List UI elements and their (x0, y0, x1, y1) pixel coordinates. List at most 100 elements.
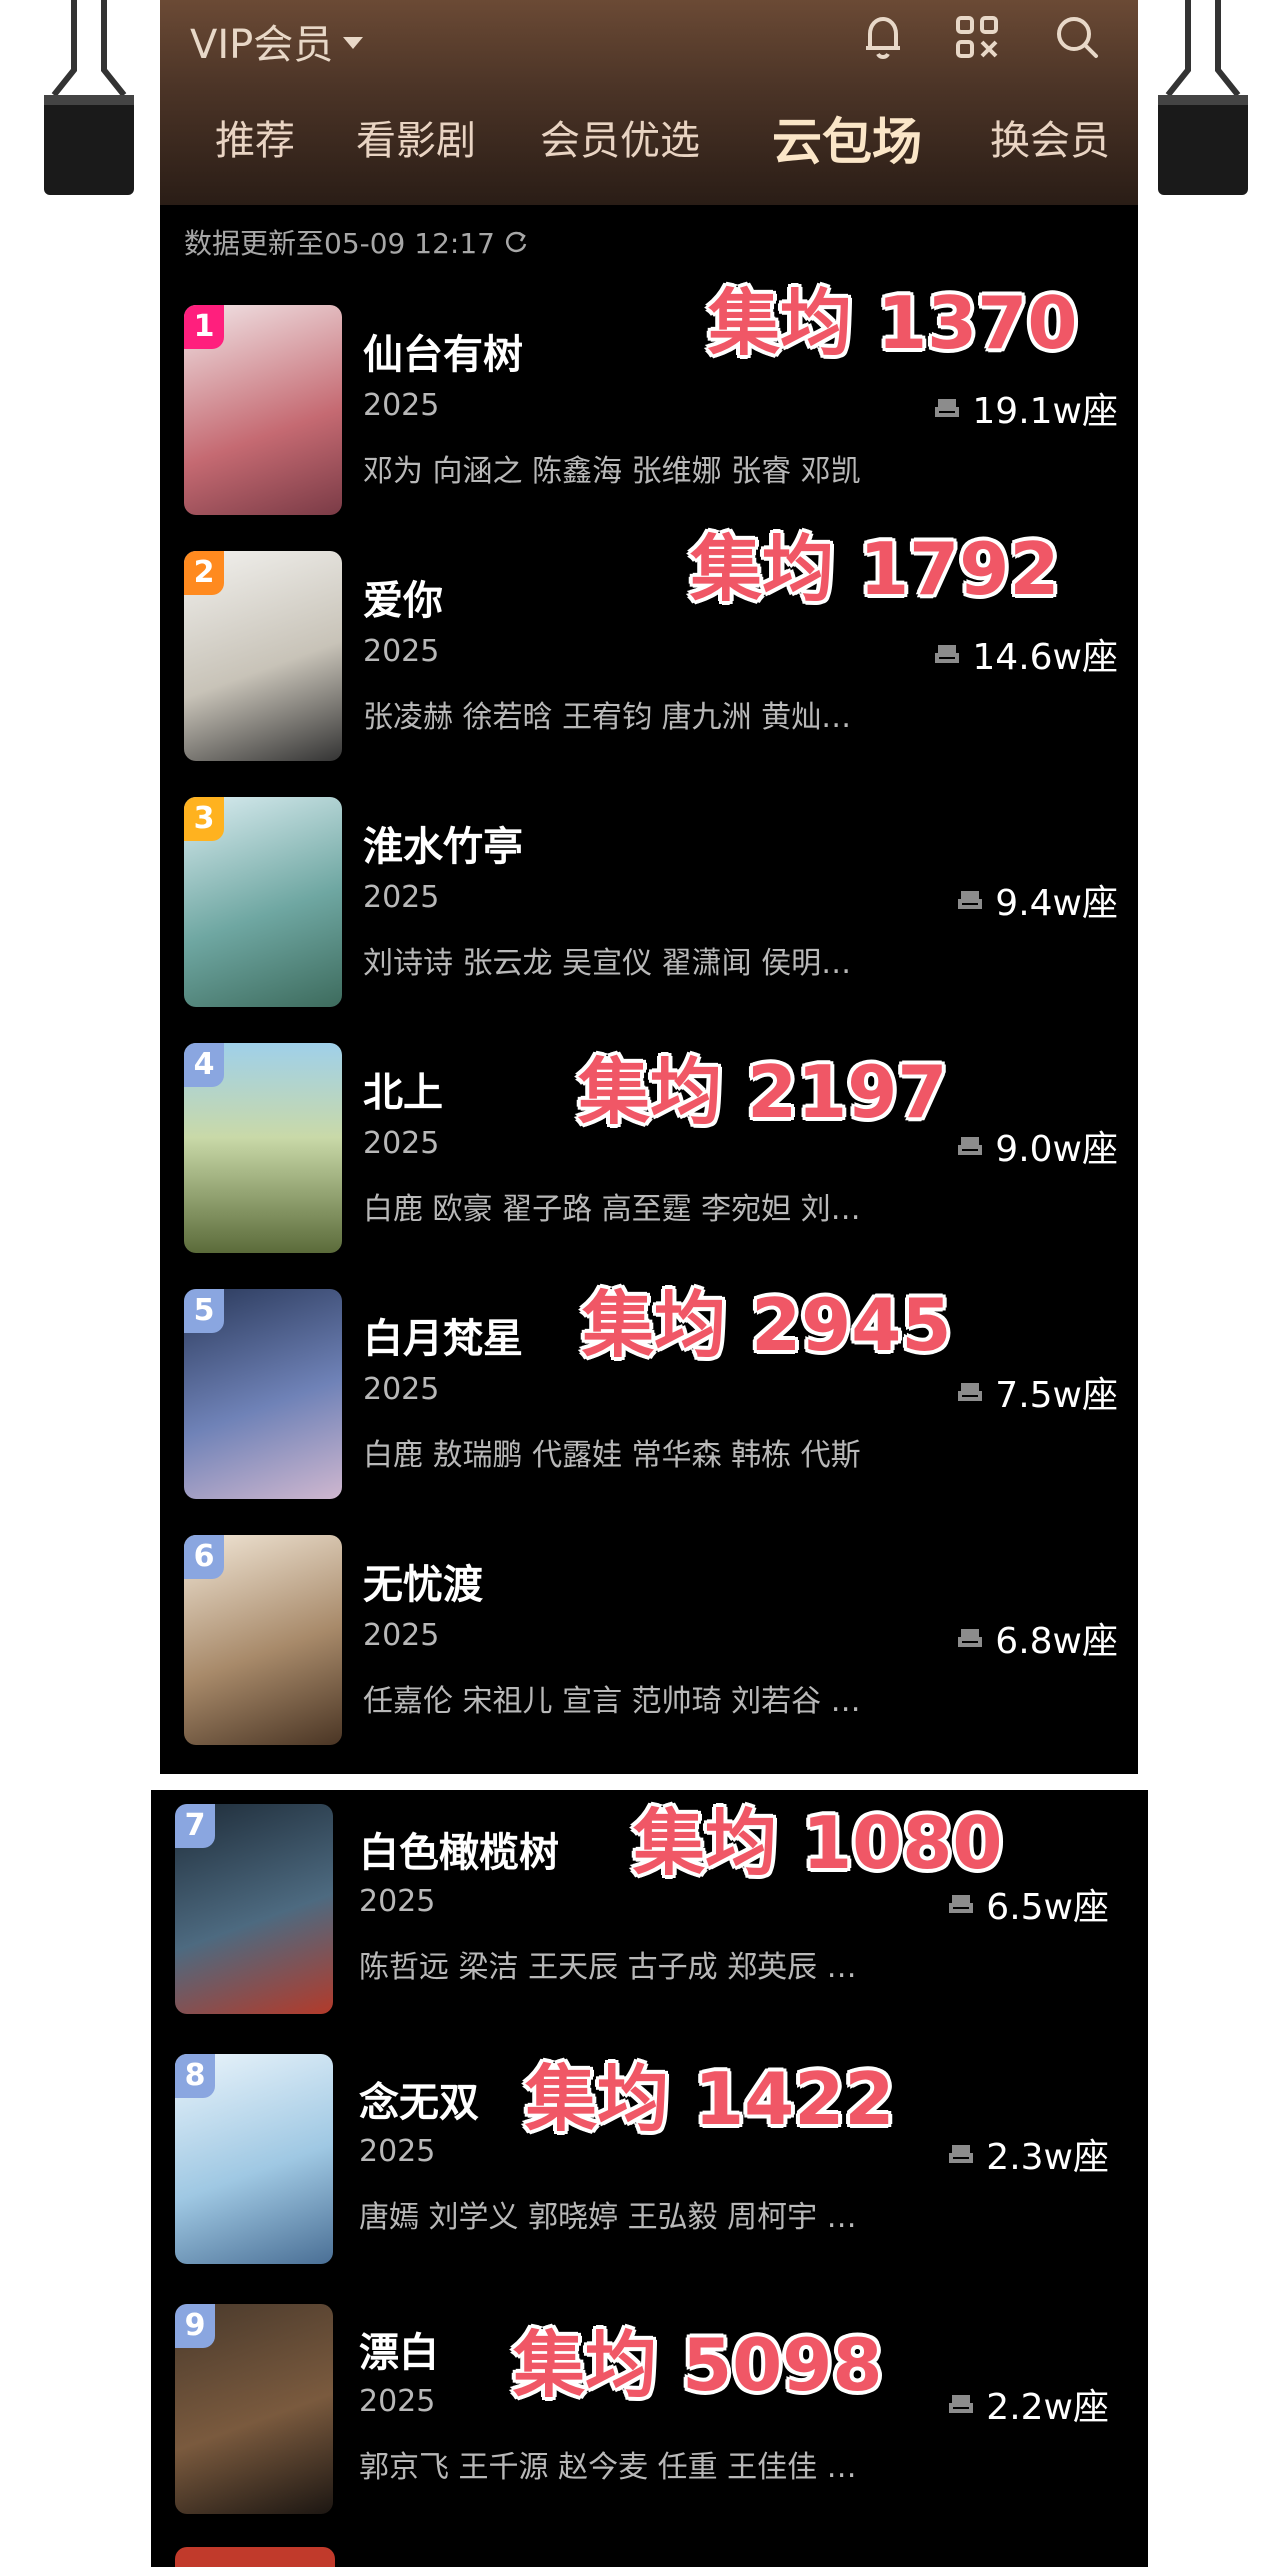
show-cast: 郭京飞 王千源 赵今麦 任重 王佳佳 … (359, 2450, 857, 2485)
show-cast: 张凌赫 徐若晗 王宥钧 唐九洲 黄灿… (363, 700, 852, 735)
seat-count-text: 6.5w座 (986, 1887, 1109, 1928)
binder-clip-left-icon (44, 0, 134, 195)
poster-image: 1 (184, 305, 342, 515)
seat-count: 9.0w座 (955, 1120, 1118, 1172)
poster-image: 4 (184, 1043, 342, 1253)
show-cast: 白鹿 欧豪 翟子路 高至霆 李宛妲 刘… (363, 1192, 861, 1227)
episode-avg-overlay: 集均 2945 (582, 1283, 952, 1367)
seat-icon (958, 1137, 983, 1155)
list-item[interactable]: 9 漂白 2025 郭京飞 王千源 赵今麦 任重 王佳佳 … 2.2w座 集均 … (151, 2300, 1129, 2525)
header: VIP会员 推荐 看影剧 会员优选 云包场 换会员 (160, 0, 1138, 205)
poster-image: 2 (184, 551, 342, 761)
show-year: 2025 (359, 2384, 436, 2419)
show-year: 2025 (359, 1884, 436, 1919)
seat-icon (958, 1383, 983, 1401)
seat-count-text: 9.0w座 (995, 1129, 1118, 1170)
seat-count: 19.1w座 (932, 382, 1118, 434)
seat-count-text: 14.6w座 (972, 637, 1118, 678)
caret-down-icon (343, 37, 364, 49)
refresh-icon[interactable] (503, 229, 529, 255)
tab-member-picks[interactable]: 会员优选 (540, 108, 700, 166)
bell-icon[interactable] (856, 10, 910, 64)
list-item[interactable]: 6 无忧渡 2025 任嘉伦 宋祖儿 宣言 范帅琦 刘若谷 … 6.8w座 (160, 1530, 1138, 1755)
show-year: 2025 (363, 1372, 440, 1407)
rank-badge: 5 (184, 1289, 224, 1333)
rank-badge: 1 (184, 305, 224, 349)
list-item[interactable]: 8 念无双 2025 唐嫣 刘学义 郭晓婷 王弘毅 周柯宇 … 2.3w座 集均… (151, 2050, 1129, 2275)
rank-badge: 4 (184, 1043, 224, 1087)
seat-count-text: 9.4w座 (995, 883, 1118, 924)
poster-image: 6 (184, 1535, 342, 1745)
show-year: 2025 (359, 2134, 436, 2169)
screenshot-top: VIP会员 推荐 看影剧 会员优选 云包场 换会员 数据更新至05-09 12:… (160, 0, 1138, 1774)
seat-count: 7.5w座 (955, 1366, 1118, 1418)
show-title: 无忧渡 (363, 1562, 483, 1608)
rank-badge: 9 (175, 2304, 215, 2348)
seat-count: 2.2w座 (946, 2378, 1109, 2430)
seat-count: 6.8w座 (955, 1612, 1118, 1664)
seat-count: 9.4w座 (955, 874, 1118, 926)
episode-avg-overlay: 集均 2197 (578, 1050, 948, 1134)
list-item[interactable]: 1 仙台有树 2025 邓为 向涵之 陈鑫海 张维娜 张睿 邓凯 19.1w座 … (160, 281, 1138, 525)
seat-icon (958, 891, 983, 909)
list-item[interactable]: 3 淮水竹亭 2025 刘诗诗 张云龙 吴宣仪 翟潇闻 侯明… 9.4w座 (160, 792, 1138, 1017)
show-cast: 白鹿 敖瑞鹏 代露娃 常华森 韩栋 代斯 (363, 1438, 861, 1473)
show-cast: 唐嫣 刘学义 郭晓婷 王弘毅 周柯宇 … (359, 2200, 857, 2235)
screenshot-bottom: 7 白色橄榄树 2025 陈哲远 梁洁 王天辰 古子成 郑英辰 … 6.5w座 … (151, 1790, 1148, 2567)
tab-shows[interactable]: 看影剧 (356, 108, 476, 166)
show-cast: 邓为 向涵之 陈鑫海 张维娜 张睿 邓凯 (363, 454, 861, 489)
show-cast: 陈哲远 梁洁 王天辰 古子成 郑英辰 … (359, 1950, 857, 1985)
poster-image: 7 (175, 1804, 333, 2014)
show-title: 仙台有树 (363, 332, 523, 378)
show-year: 2025 (363, 388, 440, 423)
show-title: 白色橄榄树 (359, 1830, 559, 1876)
binder-clip-right-icon (1158, 0, 1248, 195)
list-item[interactable]: 5 白月梵星 2025 白鹿 敖瑞鹏 代露娃 常华森 韩栋 代斯 7.5w座 集… (160, 1283, 1138, 1509)
search-icon[interactable] (1050, 10, 1104, 64)
episode-avg-overlay: 集均 1370 (708, 281, 1078, 365)
rank-badge: 3 (184, 797, 224, 841)
rank-badge: 8 (175, 2054, 215, 2098)
episode-avg-overlay: 集均 1080 (633, 1801, 1003, 1885)
seat-icon (958, 1629, 983, 1647)
update-timestamp: 数据更新至05-09 12:17 (184, 222, 529, 262)
list-item[interactable]: 2 爱你 2025 张凌赫 徐若晗 王宥钧 唐九洲 黄灿… 14.6w座 集均 … (160, 527, 1138, 771)
show-title: 爱你 (363, 578, 443, 624)
update-text: 数据更新至05-09 12:17 (184, 227, 495, 260)
episode-avg-overlay: 集均 1422 (525, 2057, 895, 2141)
show-title: 北上 (363, 1070, 443, 1116)
episode-avg-overlay: 集均 5098 (513, 2323, 883, 2407)
tab-switch-member[interactable]: 换会员 (990, 108, 1110, 166)
rank-badge: 6 (184, 1535, 224, 1579)
seat-count-text: 7.5w座 (995, 1375, 1118, 1416)
scan-icon[interactable] (950, 10, 1004, 64)
poster-image: 3 (184, 797, 342, 1007)
rank-badge: 7 (175, 1804, 215, 1848)
show-year: 2025 (363, 1126, 440, 1161)
tab-bar: 推荐 看影剧 会员优选 云包场 换会员 (160, 108, 1138, 178)
tab-recommend[interactable]: 推荐 (215, 108, 295, 166)
poster-image: 8 (175, 2054, 333, 2264)
seat-icon (935, 399, 960, 417)
show-title: 念无双 (359, 2080, 479, 2126)
seat-icon (949, 1895, 974, 1913)
poster-image: 5 (184, 1289, 342, 1499)
seat-count-text: 6.8w座 (995, 1621, 1118, 1662)
seat-count: 2.3w座 (946, 2128, 1109, 2180)
vip-dropdown[interactable]: VIP会员 (190, 12, 364, 70)
show-year: 2025 (363, 880, 440, 915)
rank-badge: 2 (184, 551, 224, 595)
seat-count-text: 2.3w座 (986, 2137, 1109, 2178)
show-cast: 任嘉伦 宋祖儿 宣言 范帅琦 刘若谷 … (363, 1684, 861, 1719)
seat-count-text: 2.2w座 (986, 2387, 1109, 2428)
show-year: 2025 (363, 634, 440, 669)
seat-count-text: 19.1w座 (972, 391, 1118, 432)
poster-image: 9 (175, 2304, 333, 2514)
seat-icon (949, 2145, 974, 2163)
show-cast: 刘诗诗 张云龙 吴宣仪 翟潇闻 侯明… (363, 946, 852, 981)
seat-icon (949, 2395, 974, 2413)
list-item[interactable]: 7 白色橄榄树 2025 陈哲远 梁洁 王天辰 古子成 郑英辰 … 6.5w座 … (151, 1800, 1129, 2025)
list-item[interactable]: 4 北上 2025 白鹿 欧豪 翟子路 高至霆 李宛妲 刘… 9.0w座 集均 … (160, 1038, 1138, 1263)
tab-cloud-booking[interactable]: 云包场 (772, 102, 922, 174)
vip-label: VIP会员 (190, 22, 334, 68)
